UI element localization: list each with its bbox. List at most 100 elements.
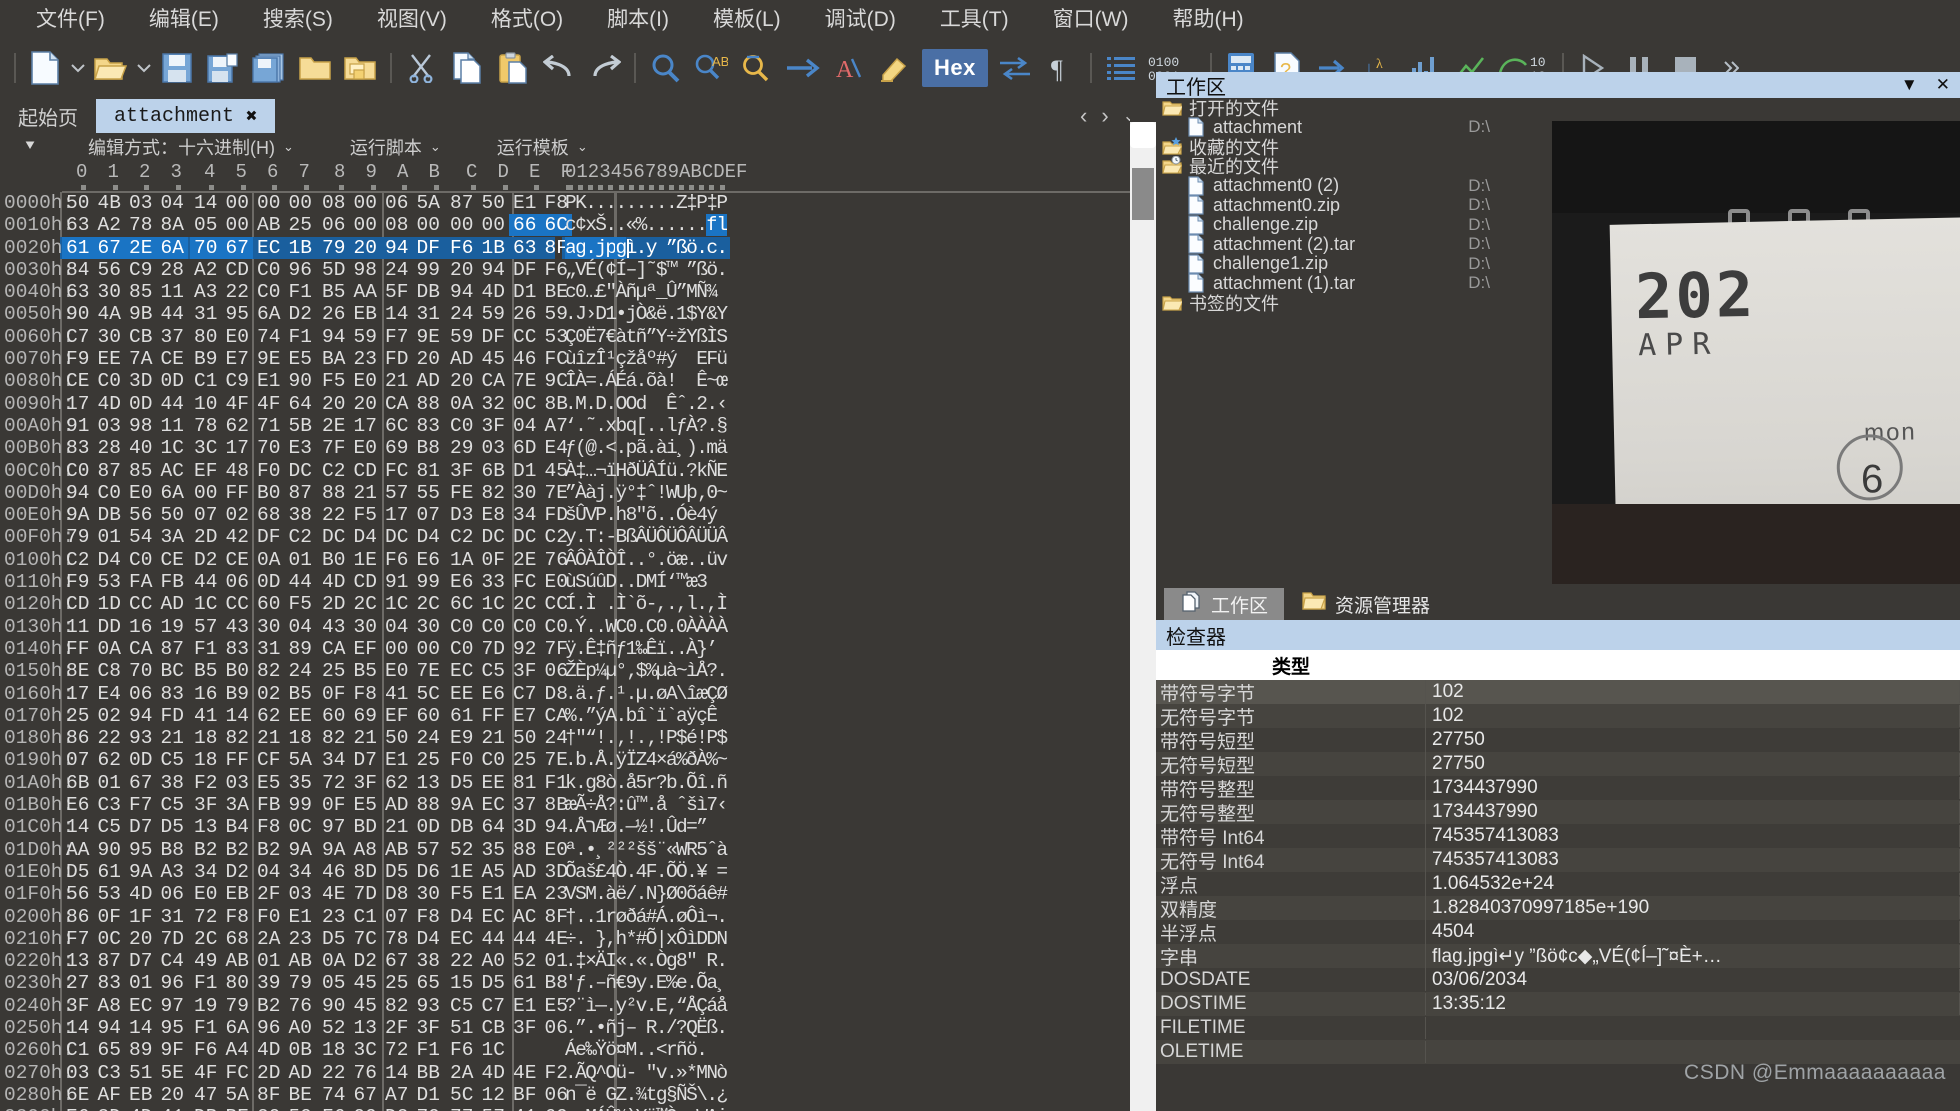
menu-edit[interactable]: 编辑(E) (127, 0, 241, 37)
ascii-char[interactable]: ` (646, 705, 658, 727)
ascii-char[interactable]: ø (676, 906, 688, 928)
ascii-char[interactable]: % (676, 749, 688, 771)
ascii-char[interactable]: " (575, 727, 587, 749)
hex-byte[interactable]: 54 (125, 526, 157, 548)
ascii-char[interactable]: ü (706, 549, 718, 571)
hex-byte[interactable]: 21 (381, 816, 413, 838)
hex-byte[interactable]: 3D (125, 370, 157, 392)
ascii-char[interactable]: ò (605, 772, 617, 794)
ascii-char[interactable]: | (656, 928, 668, 950)
hex-row-ascii[interactable]: .ÅרÆø.—½!.Ûd=” (565, 816, 708, 838)
panel-tab-workspace[interactable]: 工作区 (1164, 588, 1285, 620)
save-folder-icon[interactable] (338, 45, 384, 91)
hex-byte[interactable]: D5 (157, 816, 189, 838)
hex-byte[interactable]: 45 (350, 995, 382, 1017)
ascii-char[interactable]: . (575, 705, 587, 727)
ascii-char[interactable]: ‡ (706, 192, 718, 214)
hex-row[interactable]: 0120h: CD 1D CC AD 1C CC 60 F5 2D 2C 1C 2C 6C 1C 2C CC Í.… (0, 593, 1130, 615)
ascii-char[interactable]: ì (686, 660, 698, 682)
hex-byte[interactable]: 85 (125, 281, 157, 303)
hex-byte[interactable]: F7 (125, 794, 157, 816)
ascii-char[interactable]: . (656, 549, 668, 571)
hex-byte[interactable]: 35 (285, 772, 317, 794)
hex-row-bytes[interactable]: 03 C3 51 5E 4F FC 2D AD 22 76 14 BB 2A 4D 4E F2 (62, 1062, 572, 1084)
ascii-char[interactable]: Ò (666, 1106, 678, 1111)
ascii-char[interactable]: Â (636, 526, 648, 548)
ascii-char[interactable]: c (565, 214, 577, 236)
inspector-value[interactable]: 745357413083 (1426, 849, 1960, 871)
ascii-char[interactable]: ß (626, 526, 638, 548)
ascii-char[interactable]: à (656, 437, 668, 459)
ascii-char[interactable]: ‡ (595, 638, 607, 660)
ascii-char[interactable]: « (626, 214, 638, 236)
ascii-char[interactable]: Ì (716, 593, 728, 615)
ascii-char[interactable]: ­ (636, 1062, 646, 1084)
hex-byte[interactable]: C0 (446, 415, 478, 437)
ascii-char[interactable]: . (646, 794, 658, 816)
hex-byte[interactable]: 70 (125, 660, 157, 682)
hex-byte[interactable]: 1F (125, 906, 157, 928)
hex-byte[interactable]: 55 (413, 482, 445, 504)
ascii-char[interactable]: Ç (565, 326, 577, 348)
ascii-char[interactable]: . (666, 906, 678, 928)
ascii-char[interactable]: ° (615, 660, 627, 682)
hex-byte[interactable]: 03 (125, 192, 157, 214)
hex-byte[interactable]: 06 (222, 571, 254, 593)
hex-byte[interactable]: 34 (190, 861, 222, 883)
hex-byte[interactable]: 52 (318, 1017, 350, 1039)
ascii-char[interactable]: * (686, 1062, 698, 1084)
hex-row-ascii[interactable]: .‡×ÄI«.«.Òg8" R. (565, 950, 728, 972)
ascii-char[interactable]: . (696, 437, 708, 459)
ascii-char[interactable]: . (585, 906, 597, 928)
hex-row-ascii[interactable]: .”.•ñj– R./?QËß. (565, 1017, 728, 1039)
hex-byte[interactable]: 7C (350, 928, 382, 950)
hex-byte[interactable]: 63 (62, 281, 94, 303)
ascii-char[interactable]: . (575, 772, 587, 794)
hex-row-ascii[interactable]: ª.•¸²²²šš¨«WR5ˆà (565, 839, 728, 861)
ascii-char[interactable]: ¬ (595, 460, 607, 482)
panel-tab-explorer[interactable]: 资源管理器 (1286, 588, 1447, 620)
hex-byte[interactable]: 83 (222, 638, 254, 660)
ascii-char[interactable]: y (615, 995, 627, 1017)
hex-byte[interactable]: AD (157, 593, 189, 615)
hex-byte[interactable]: 20 (413, 348, 445, 370)
hex-byte[interactable]: B0 (222, 660, 254, 682)
hex-row-ascii[interactable]: ùSúûD..DMÍ‘™æ3 (565, 571, 708, 593)
hex-byte[interactable]: 21 (253, 727, 285, 749)
hex-byte[interactable]: DB (94, 504, 126, 526)
hex-byte[interactable]: 1C (478, 593, 510, 615)
hex-byte[interactable]: D2 (381, 1106, 413, 1111)
hex-byte[interactable]: 86 (62, 906, 94, 928)
hex-byte[interactable]: 61 (94, 861, 126, 883)
hex-byte[interactable]: 4D (94, 393, 126, 415)
hex-byte[interactable]: 98 (350, 259, 382, 281)
ascii-char[interactable]: v (716, 549, 728, 571)
hex-row-bytes[interactable]: 90 4A 9B 44 31 95 6A D2 26 EB 14 31 24 59 26 59 (62, 303, 572, 325)
hex-byte[interactable]: 0F (318, 794, 350, 816)
ascii-char[interactable]: ˆ (676, 794, 688, 816)
hex-byte[interactable]: 11 (62, 616, 94, 638)
ascii-char[interactable]: h (615, 928, 627, 950)
hex-byte[interactable]: 13 (413, 772, 445, 794)
hex-byte[interactable]: FC (381, 460, 413, 482)
ascii-char[interactable] (585, 928, 595, 950)
ascii-char[interactable]: ø (656, 683, 668, 705)
hex-row-bytes[interactable]: 27 83 01 96 F1 80 39 79 05 45 25 65 15 D5 61 B8 (62, 972, 572, 994)
hex-byte[interactable]: FC (222, 1062, 254, 1084)
hex-byte[interactable]: 87 (285, 482, 317, 504)
ascii-char[interactable]: F (646, 861, 658, 883)
ascii-char[interactable]: j (595, 482, 607, 504)
hex-byte[interactable]: D5 (62, 861, 94, 883)
ascii-char[interactable]: Q (585, 1062, 597, 1084)
ascii-char[interactable]: à (605, 883, 617, 905)
ascii-char[interactable]: ˆ (706, 839, 718, 861)
hex-byte[interactable]: AB (381, 839, 413, 861)
ascii-char[interactable]: æ (565, 794, 577, 816)
hex-byte[interactable]: E0 (222, 326, 254, 348)
menu-template[interactable]: 模板(L) (691, 0, 803, 37)
hex-byte[interactable]: F7 (381, 326, 413, 348)
hex-byte[interactable]: 21 (381, 370, 413, 392)
ascii-char[interactable]: ƒ (575, 972, 587, 994)
ascii-char[interactable]: « (636, 950, 648, 972)
ascii-char[interactable]: Â (686, 526, 698, 548)
